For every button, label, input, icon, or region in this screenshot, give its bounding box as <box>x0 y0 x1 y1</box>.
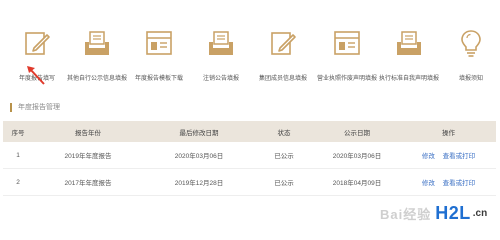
view-print-link[interactable]: 查看或打印 <box>443 180 476 187</box>
watermark-baidu: Bai经验 <box>380 206 432 222</box>
template-download-icon <box>146 31 172 55</box>
tool-standard-statement[interactable]: 执行标准自我声明填报 <box>378 28 440 92</box>
cell-last-modified: 2020年03月06日 <box>143 142 255 169</box>
header-report-year: 报告年份 <box>75 129 101 137</box>
edit-icon <box>271 32 296 55</box>
cell-actions: 修改 查看或打印 <box>401 168 496 196</box>
cell-status: 已公示 <box>255 168 313 196</box>
cancellation-tray-icon <box>209 31 233 55</box>
tool-label: 营业执照作废声明填报 <box>316 76 377 82</box>
document-tray-icon <box>85 31 109 55</box>
tool-filing-notice[interactable]: 填报须知 <box>440 28 500 92</box>
watermark-domain: .cn <box>472 207 488 219</box>
table-header-row: 序号 报告年份 最后修改日期 状态 公示日期 操作 <box>3 121 496 142</box>
annual-report-table: 序号 报告年份 最后修改日期 状态 公示日期 操作 1 2019年年度报告 20… <box>3 121 496 196</box>
header-status: 状态 <box>277 129 291 137</box>
red-pointer-arrow-icon <box>27 66 45 85</box>
watermark-brand: H2L <box>435 202 471 223</box>
section-title-text: 年度报告管理 <box>18 104 60 111</box>
header-actions: 操作 <box>442 129 455 137</box>
cell-last-modified: 2019年12月28日 <box>143 168 255 196</box>
view-print-link[interactable]: 查看或打印 <box>443 153 476 160</box>
section-heading: 年度报告管理 <box>10 101 60 113</box>
toolbar: 年度报告填写 其他自行公示信息填报 年度报告模板下载 注销公告填报 集团成员信息… <box>0 0 500 96</box>
cell-index: 2 <box>3 168 33 196</box>
tool-license-void-statement[interactable]: 营业执照作废声明填报 <box>316 28 378 92</box>
tool-cancellation-notice[interactable]: 注销公告填报 <box>190 28 252 92</box>
tool-label: 执行标准自我声明填报 <box>378 76 439 82</box>
cell-report-year: 2019年年度报告 <box>33 142 143 169</box>
lightbulb-icon <box>461 30 481 57</box>
tool-group-member-fill[interactable]: 集团成员信息填报 <box>252 28 314 92</box>
header-last-modified: 最后修改日期 <box>179 129 219 137</box>
table-row: 1 2019年年度报告 2020年03月06日 已公示 2020年03月06日 … <box>3 142 496 169</box>
tool-other-disclosure[interactable]: 其他自行公示信息填报 <box>66 28 128 92</box>
cell-status: 已公示 <box>255 142 313 169</box>
cell-publish-date: 2020年03月06日 <box>313 142 401 169</box>
tool-label: 年度报告模板下载 <box>134 76 183 82</box>
tool-label: 注销公告填报 <box>202 76 239 82</box>
tool-label: 其他自行公示信息填报 <box>66 76 127 82</box>
table-row: 2 2017年年度报告 2019年12月28日 已公示 2018年04月09日 … <box>3 168 496 196</box>
standard-statement-icon <box>397 31 421 55</box>
edit-link[interactable]: 修改 <box>422 180 435 187</box>
header-index: 序号 <box>11 129 25 137</box>
tool-label: 填报须知 <box>458 76 483 82</box>
header-publish-date: 公示日期 <box>344 129 370 137</box>
section-heading-bar <box>10 102 12 112</box>
tool-template-download[interactable]: 年度报告模板下载 <box>128 28 190 92</box>
cell-publish-date: 2018年04月09日 <box>313 168 401 196</box>
edit-icon <box>25 32 50 55</box>
cell-index: 1 <box>3 142 33 169</box>
cell-actions: 修改 查看或打印 <box>401 142 496 169</box>
license-void-icon <box>334 31 360 55</box>
watermark: Bai经验 H2L .cn <box>380 198 500 228</box>
edit-link[interactable]: 修改 <box>422 153 435 160</box>
tool-label: 集团成员信息填报 <box>258 76 307 82</box>
cell-report-year: 2017年年度报告 <box>33 168 143 196</box>
